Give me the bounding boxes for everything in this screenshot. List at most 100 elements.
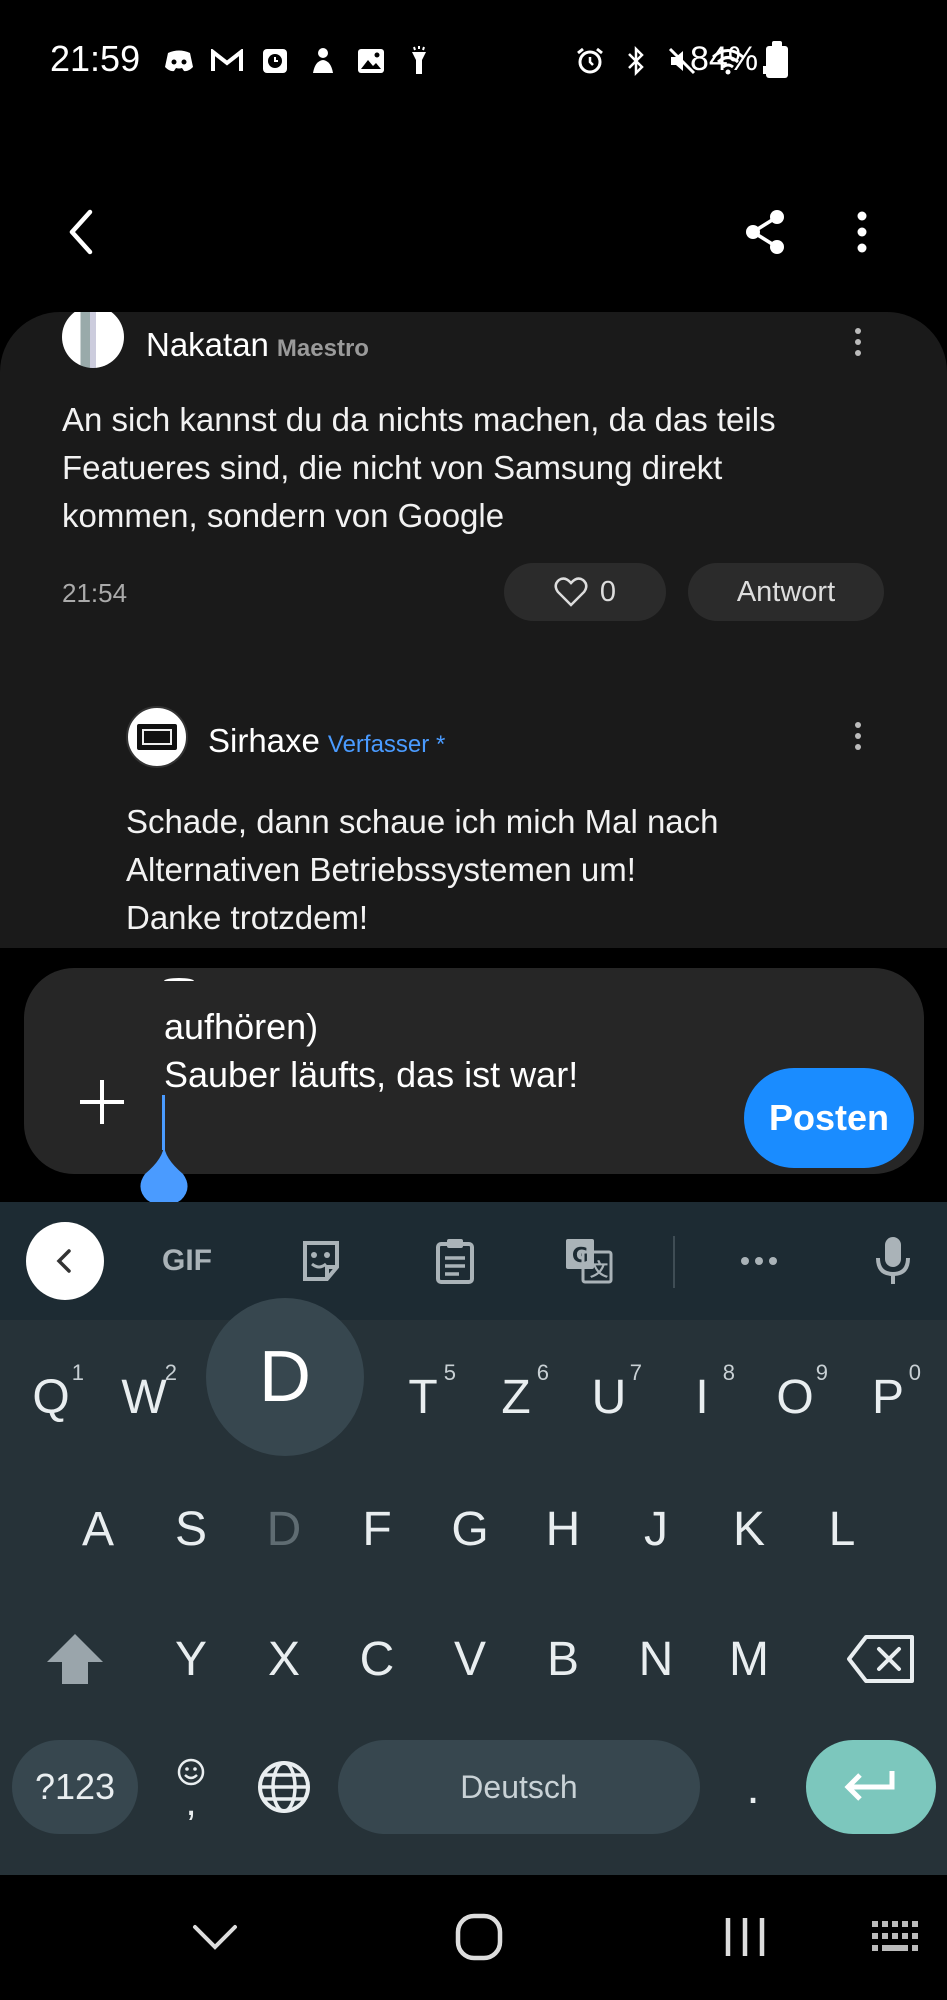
toolbar-divider	[673, 1236, 675, 1288]
assistant-icon	[306, 44, 340, 78]
backspace-key[interactable]	[826, 1604, 936, 1714]
shift-icon	[47, 1634, 103, 1684]
comments-list: Nakatan Maestro An sich kannst du da nich…	[0, 312, 947, 948]
key-y[interactable]: Y	[146, 1604, 236, 1714]
attach-button[interactable]	[74, 1074, 130, 1130]
sticker-button[interactable]	[282, 1222, 360, 1300]
comment-more-button[interactable]	[838, 716, 878, 756]
translate-icon: G文	[566, 1239, 613, 1284]
alarm-icon	[573, 44, 607, 78]
more-vertical-icon	[857, 211, 867, 253]
space-key[interactable]: Deutsch	[338, 1740, 700, 1834]
app-bar	[0, 180, 947, 280]
recents-down-icon	[193, 1925, 237, 1950]
status-time: 21:59	[50, 38, 141, 79]
avatar[interactable]	[62, 312, 124, 368]
more-tools-button[interactable]	[720, 1222, 798, 1300]
language-key[interactable]	[239, 1732, 329, 1842]
sticker-icon	[303, 1241, 339, 1281]
like-count: 0	[599, 575, 617, 608]
heart-icon	[554, 577, 588, 607]
microphone-icon	[876, 1237, 910, 1284]
home-icon	[455, 1913, 503, 1961]
home-button[interactable]	[444, 1905, 514, 1969]
key-t[interactable]: T5	[378, 1342, 468, 1452]
emoji-comma-key[interactable]: ,	[146, 1732, 236, 1842]
composer-input[interactable]: aufhören) Sauber läufts, das ist war!	[164, 1003, 578, 1099]
svg-text:G: G	[572, 1243, 588, 1267]
reply-button[interactable]: Antwort	[688, 563, 884, 621]
navigation-bar	[0, 1875, 947, 2000]
comment-time: 21:54	[62, 578, 128, 608]
recent-apps-icon	[725, 1918, 765, 1956]
key-n[interactable]: N	[611, 1604, 701, 1714]
enter-key[interactable]	[806, 1740, 936, 1834]
key-f[interactable]: F	[332, 1474, 422, 1584]
share-button[interactable]	[735, 202, 795, 262]
cursor-handle-icon[interactable]	[137, 1144, 191, 1206]
avatar[interactable]	[126, 706, 188, 768]
key-g[interactable]: G	[425, 1474, 515, 1584]
comment-more-button[interactable]	[838, 322, 878, 362]
key-s[interactable]: S	[146, 1474, 236, 1584]
comment-text: An sich kannst du da nichts machen, da d…	[62, 401, 776, 534]
gmail-icon	[210, 44, 244, 78]
collapse-toolbar-button[interactable]	[26, 1222, 104, 1300]
svg-text:文: 文	[590, 1259, 609, 1281]
key-i[interactable]: I8	[657, 1342, 747, 1452]
flashlight-icon	[402, 44, 436, 78]
clipboard-button[interactable]	[416, 1222, 494, 1300]
translate-button[interactable]: G文	[550, 1222, 628, 1300]
gif-icon: GIF	[162, 1244, 212, 1277]
author-role: Verfasser *	[327, 731, 446, 758]
hide-keyboard-button[interactable]	[180, 1905, 250, 1969]
key-o[interactable]: O9	[750, 1342, 840, 1452]
back-arrow-icon	[69, 209, 93, 255]
status-bar: 21:59 84%	[0, 0, 947, 130]
key-j[interactable]: J	[611, 1474, 701, 1584]
discord-icon	[162, 44, 196, 78]
comma-label: ,	[185, 1780, 197, 1824]
key-c[interactable]: C	[332, 1604, 422, 1714]
key-d[interactable]: D	[239, 1474, 329, 1584]
previous-line-fragment	[164, 978, 194, 984]
gif-button[interactable]: GIF	[148, 1222, 226, 1300]
period-key[interactable]: .	[708, 1732, 798, 1842]
key-u[interactable]: U7	[564, 1342, 654, 1452]
key-q[interactable]: Q1	[6, 1342, 96, 1452]
key-x[interactable]: X	[239, 1604, 329, 1714]
comment-text: Schade, dann schaue ich mich Mal nach Al…	[126, 803, 719, 936]
author-name: Nakatan	[146, 326, 269, 363]
key-l[interactable]: L	[797, 1474, 887, 1584]
key-a[interactable]: A	[53, 1474, 143, 1584]
key-h[interactable]: H	[518, 1474, 608, 1584]
key-z[interactable]: Z6	[471, 1342, 561, 1452]
back-button[interactable]	[52, 202, 112, 262]
text-cursor	[162, 1095, 165, 1150]
bluetooth-icon	[619, 44, 653, 78]
keyboard-switch-button[interactable]	[862, 1905, 932, 1969]
voice-input-button[interactable]	[854, 1222, 932, 1300]
symbols-key[interactable]: ?123	[12, 1740, 138, 1834]
key-v[interactable]: V	[425, 1604, 515, 1714]
key-p[interactable]: P0	[843, 1342, 933, 1452]
author-name: Sirhaxe	[208, 722, 320, 759]
shift-key[interactable]	[30, 1604, 120, 1714]
recent-apps-button[interactable]	[710, 1905, 780, 1969]
key-m[interactable]: M	[704, 1604, 794, 1714]
collapse-icon	[56, 1249, 71, 1273]
globe-icon	[258, 1761, 310, 1813]
comment-author[interactable]: Sirhaxe Verfasser *	[208, 722, 445, 760]
key-preview-popup: D	[206, 1298, 364, 1456]
comment-author[interactable]: Nakatan Maestro	[146, 326, 369, 364]
clock-icon	[258, 44, 292, 78]
like-button[interactable]: 0	[504, 563, 666, 621]
key-k[interactable]: K	[704, 1474, 794, 1584]
enter-icon	[844, 1771, 895, 1801]
post-button[interactable]: Posten	[744, 1068, 914, 1168]
author-role: Maestro	[276, 335, 369, 362]
battery-percentage: 84%	[690, 40, 759, 78]
key-w[interactable]: W2	[99, 1342, 189, 1452]
more-options-button[interactable]	[832, 202, 892, 262]
key-b[interactable]: B	[518, 1604, 608, 1714]
